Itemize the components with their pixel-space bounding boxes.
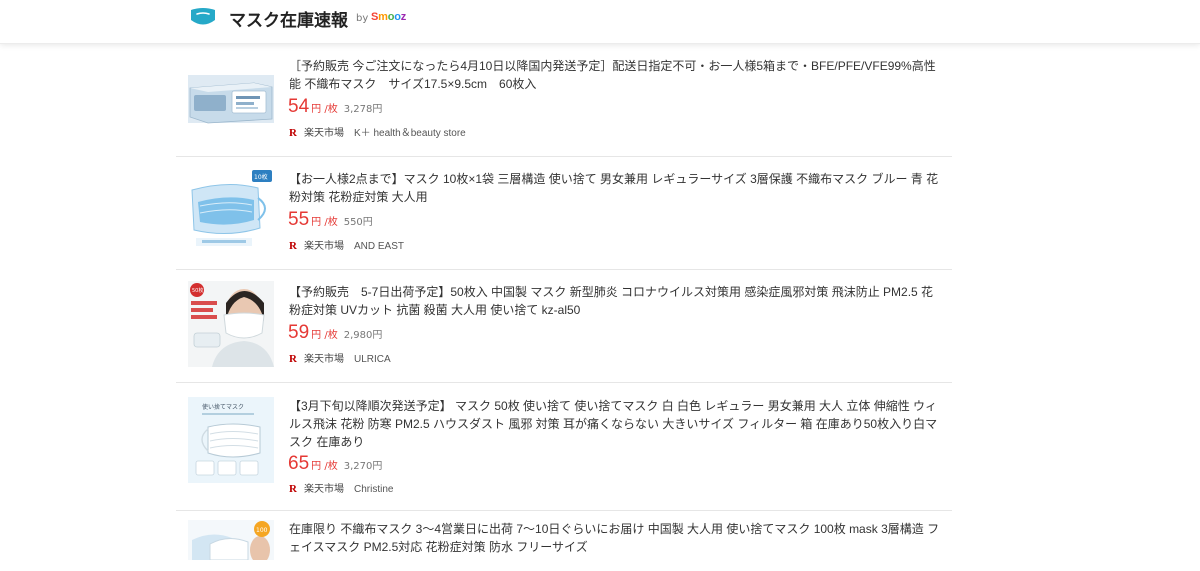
total-price: 3,278円 — [343, 104, 383, 115]
market-name: 楽天市場 — [304, 354, 344, 365]
product-image[interactable]: 50枚 — [188, 281, 274, 367]
price-unit: 円 /枚 — [311, 461, 338, 472]
product-image[interactable]: 使い捨てマスク — [188, 397, 274, 483]
product-image[interactable] — [188, 55, 274, 141]
rakuten-icon: R — [289, 353, 297, 365]
product-title[interactable]: 【3月下旬以降順次発送予定】 マスク 50枚 使い捨て 使い捨てマスク 白 白色… — [289, 397, 944, 451]
market-name: 楽天市場 — [304, 241, 344, 252]
product-title[interactable]: 【予約販売 5-7日出荷予定】50枚入 中国製 マスク 新型肺炎 コロナウイルス… — [289, 283, 944, 319]
total-price: 2,980円 — [343, 330, 383, 341]
shop-row: R 楽天市場 AND EAST — [289, 237, 404, 252]
product-title[interactable]: ［予約販売 今ご注文になったら4月10日以降国内発送予定］配送日指定不可・お一人… — [289, 57, 944, 93]
shop-name[interactable]: ULRICA — [354, 354, 391, 365]
price-row: 54 円 /枚 3,278円 — [288, 96, 382, 118]
total-price: 550円 — [343, 217, 373, 228]
unit-price: 54 — [288, 96, 310, 117]
market-name: 楽天市場 — [304, 484, 344, 495]
rakuten-icon: R — [289, 127, 297, 139]
list-item[interactable]: 50枚 【予約販売 5-7日出荷予定】50枚入 中国製 マスク 新型肺炎 コロナ… — [176, 270, 952, 383]
rakuten-icon: R — [289, 483, 297, 495]
app-title[interactable]: マスク在庫速報 — [229, 6, 348, 31]
unit-price: 65 — [288, 453, 310, 474]
product-image[interactable]: 100 — [188, 520, 274, 560]
unit-price: 55 — [288, 209, 310, 230]
total-price: 3,270円 — [343, 461, 383, 472]
price-unit: 円 /枚 — [311, 104, 338, 115]
product-image[interactable]: 10枚 — [188, 168, 274, 254]
list-item[interactable]: 使い捨てマスク 【3月下旬以降順次発送予定】 マスク 50枚 使い捨て 使い捨て… — [176, 383, 952, 511]
shop-row: R 楽天市場 K＋ health＆beauty store — [289, 124, 466, 139]
brand-logo[interactable]: Smooz — [371, 11, 406, 23]
app-header: マスク在庫速報 by Smooz — [0, 0, 1200, 44]
shop-name[interactable]: AND EAST — [354, 241, 404, 252]
pack-count-badge: 100 — [256, 527, 268, 534]
price-unit: 円 /枚 — [311, 330, 338, 341]
product-title[interactable]: 【お一人様2点まで】マスク 10枚×1袋 三層構造 使い捨て 男女兼用 レギュラ… — [289, 170, 944, 206]
rakuten-icon: R — [289, 240, 297, 252]
list-item[interactable]: 10枚 【お一人様2点まで】マスク 10枚×1袋 三層構造 使い捨て 男女兼用 … — [176, 157, 952, 270]
price-row: 55 円 /枚 550円 — [288, 209, 373, 231]
image-caption: 使い捨てマスク — [202, 403, 244, 411]
shop-name[interactable]: K＋ health＆beauty store — [354, 128, 466, 139]
price-row: 59 円 /枚 2,980円 — [288, 322, 382, 344]
list-item[interactable]: ［予約販売 今ご注文になったら4月10日以降国内発送予定］配送日指定不可・お一人… — [176, 44, 952, 157]
shop-row: R 楽天市場 ULRICA — [289, 350, 391, 365]
price-row: 65 円 /枚 3,270円 — [288, 453, 382, 475]
pack-count-badge: 50枚 — [192, 287, 203, 294]
by-label: by — [356, 13, 369, 24]
shop-name[interactable]: Christine — [354, 484, 393, 495]
list-item[interactable]: 100 在庫限り 不織布マスク 3～4営業日に出荷 7～10日ぐらいにお届け 中… — [176, 511, 952, 571]
market-name: 楽天市場 — [304, 128, 344, 139]
product-title[interactable]: 在庫限り 不織布マスク 3～4営業日に出荷 7～10日ぐらいにお届け 中国製 大… — [289, 520, 944, 556]
pack-count-badge: 10枚 — [254, 173, 268, 181]
unit-price: 59 — [288, 322, 310, 343]
price-unit: 円 /枚 — [311, 217, 338, 228]
shop-row: R 楽天市場 Christine — [289, 480, 393, 495]
mask-icon[interactable] — [188, 5, 218, 29]
